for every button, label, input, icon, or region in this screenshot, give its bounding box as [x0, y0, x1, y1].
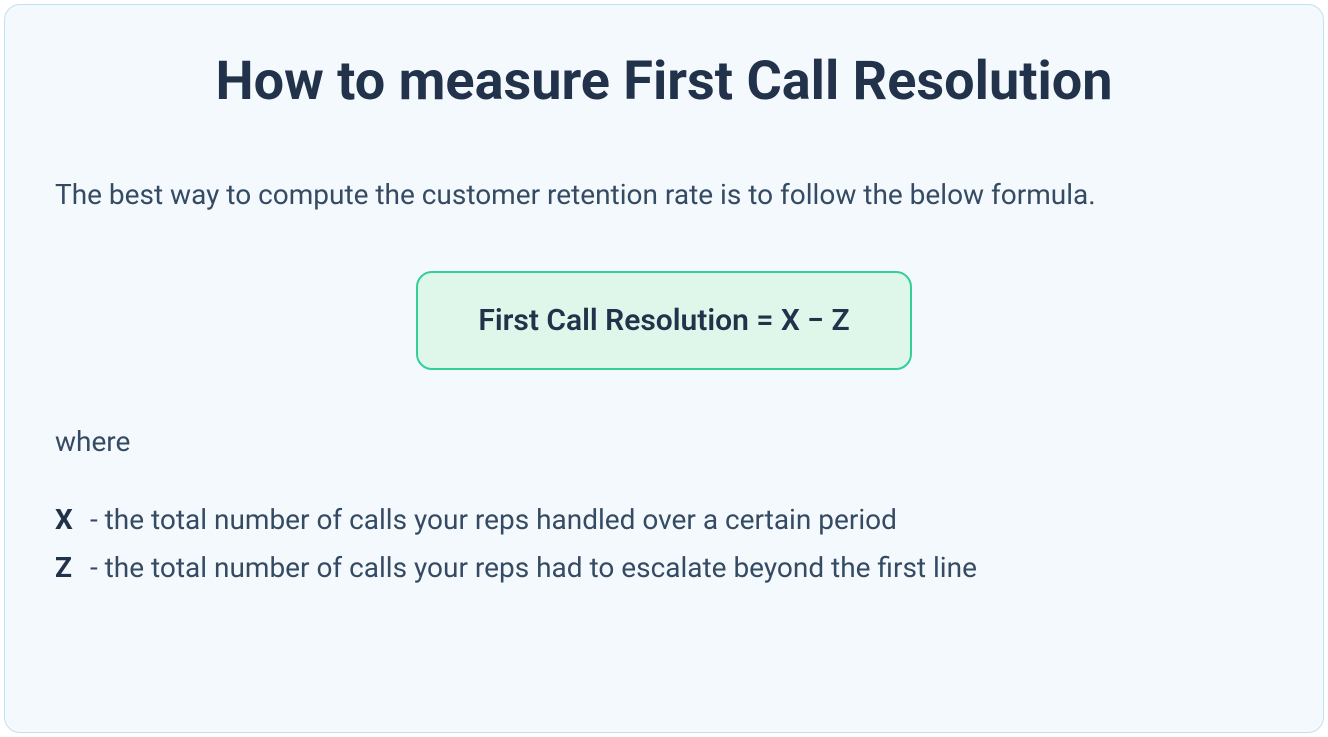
definitions-block: X - the total number of calls your reps … — [55, 498, 1273, 589]
var-z: Z — [55, 546, 83, 589]
where-label: where — [55, 425, 1273, 458]
var-x: X — [55, 498, 83, 541]
formula-box: First Call Resolution = X − Z — [416, 271, 911, 370]
definition-z: Z - the total number of calls your reps … — [55, 546, 1273, 589]
var-z-desc: - the total number of calls your reps ha… — [83, 551, 977, 584]
intro-text: The best way to compute the customer ret… — [55, 173, 1273, 216]
var-x-desc: - the total number of calls your reps ha… — [83, 503, 897, 536]
formula-container: First Call Resolution = X − Z — [55, 271, 1273, 370]
info-card: How to measure First Call Resolution The… — [4, 4, 1324, 733]
definition-x: X - the total number of calls your reps … — [55, 498, 1273, 541]
card-title: How to measure First Call Resolution — [55, 50, 1273, 113]
